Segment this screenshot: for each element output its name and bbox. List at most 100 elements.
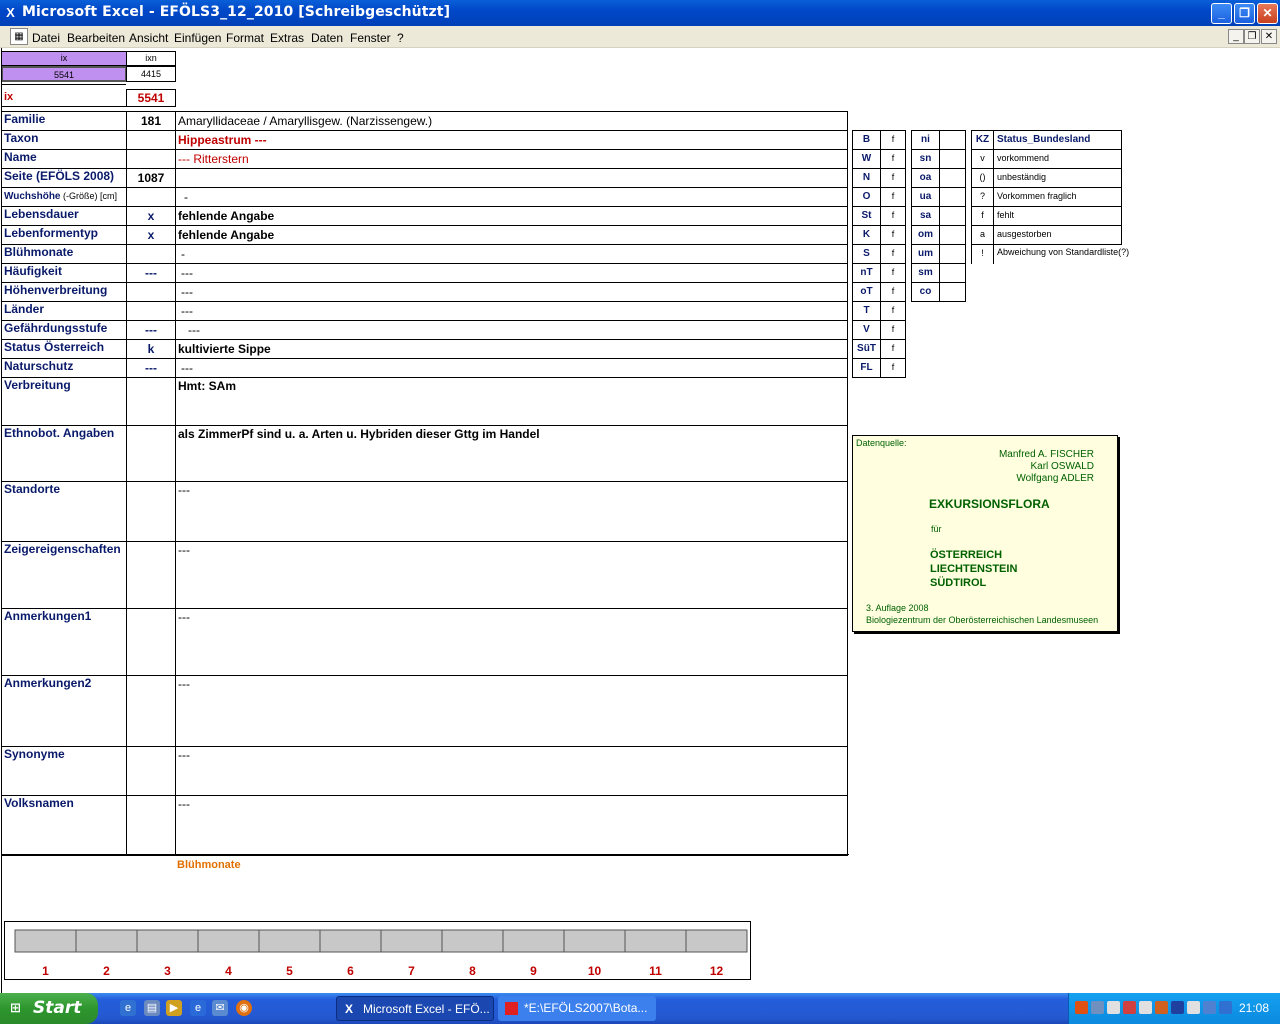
region-value[interactable] (939, 130, 966, 150)
state-value[interactable]: f (880, 301, 906, 321)
state-value[interactable]: f (880, 206, 906, 226)
row-code[interactable] (126, 282, 176, 302)
row-value[interactable]: fehlende Angabe (175, 225, 848, 245)
state-value[interactable]: f (880, 282, 906, 302)
row-value[interactable]: Hmt: SAm (175, 377, 848, 426)
quicklaunch-icon[interactable]: ✉ (212, 1000, 228, 1016)
row-code[interactable] (126, 244, 176, 264)
menu-item-5[interactable]: Extras (270, 31, 304, 45)
worksheet[interactable]: ix ixn 5541 4415 ix 5541 Familie 181 Amary… (0, 48, 1280, 993)
row-code[interactable]: 1087 (126, 168, 176, 188)
row-code[interactable] (126, 481, 176, 542)
row-value[interactable]: --- (175, 301, 848, 321)
region-value[interactable] (939, 206, 966, 226)
row-code[interactable] (126, 149, 176, 169)
firefox-icon[interactable]: ◉ (236, 1000, 252, 1016)
task-excel[interactable]: X Microsoft Excel - EFÖ... (336, 996, 494, 1021)
row-code[interactable] (126, 187, 176, 207)
row-value[interactable]: Amaryllidaceae / Amaryllisgew. (Narzisse… (175, 111, 848, 131)
mdi-minimize-button[interactable]: _ (1228, 29, 1244, 44)
region-value[interactable] (939, 282, 966, 302)
row-value[interactable] (175, 168, 848, 188)
ie-icon[interactable]: e (190, 1000, 206, 1016)
row-value[interactable]: --- (175, 746, 848, 796)
row-value[interactable]: --- (175, 608, 848, 676)
tray-info-icon[interactable] (1203, 1001, 1216, 1014)
clock[interactable]: 21:08 (1239, 1001, 1269, 1015)
row-code[interactable] (126, 608, 176, 676)
quicklaunch-icon[interactable]: ▤ (144, 1000, 160, 1016)
row-value[interactable]: --- (175, 263, 848, 283)
row-value[interactable]: --- (175, 320, 848, 340)
quicklaunch-icon[interactable]: ▶ (166, 1000, 182, 1016)
row-value[interactable]: --- Ritterstern (175, 149, 848, 169)
restore-button[interactable]: ❐ (1234, 3, 1255, 24)
tray-security-icon[interactable] (1123, 1001, 1136, 1014)
state-value[interactable]: f (880, 149, 906, 169)
row-value[interactable]: --- (175, 358, 848, 378)
region-value[interactable] (939, 225, 966, 245)
region-value[interactable] (939, 168, 966, 188)
close-button[interactable]: ✕ (1257, 3, 1278, 24)
tray-app-icon[interactable] (1219, 1001, 1232, 1014)
menu-item-4[interactable]: Format (226, 31, 264, 45)
tray-search-icon[interactable] (1139, 1001, 1152, 1014)
row-code[interactable]: x (126, 206, 176, 226)
row-value[interactable]: --- (175, 795, 848, 856)
row-value[interactable]: - (175, 187, 848, 207)
region-value[interactable] (939, 244, 966, 264)
state-value[interactable]: f (880, 225, 906, 245)
row-code[interactable]: --- (126, 358, 176, 378)
row-code[interactable]: --- (126, 263, 176, 283)
region-value[interactable] (939, 187, 966, 207)
row-value[interactable]: --- (175, 282, 848, 302)
state-value[interactable]: f (880, 358, 906, 378)
mdi-close-button[interactable]: ✕ (1261, 29, 1277, 44)
row-value[interactable]: Hippeastrum --- (175, 130, 848, 150)
state-value[interactable]: f (880, 130, 906, 150)
menu-item-0[interactable]: Datei (32, 31, 60, 45)
row-value[interactable]: --- (175, 481, 848, 542)
state-value[interactable]: f (880, 244, 906, 264)
ix-input[interactable]: 5541 (126, 89, 176, 107)
tray-shield-icon[interactable] (1171, 1001, 1184, 1014)
region-value[interactable] (939, 149, 966, 169)
quicklaunch-icon[interactable]: e (120, 1000, 136, 1016)
row-code[interactable] (126, 746, 176, 796)
row-code[interactable]: --- (126, 320, 176, 340)
row-code[interactable] (126, 377, 176, 426)
workbook-icon[interactable]: ▦ (10, 28, 28, 45)
menu-item-2[interactable]: Ansicht (129, 31, 168, 45)
menu-item-7[interactable]: Fenster (350, 31, 391, 45)
region-value[interactable] (939, 263, 966, 283)
tray-volume-icon[interactable] (1107, 1001, 1120, 1014)
menu-item-3[interactable]: Einfügen (174, 31, 221, 45)
minimize-button[interactable]: _ (1211, 3, 1232, 24)
state-value[interactable]: f (880, 263, 906, 283)
start-button[interactable]: ⊞ Start (0, 993, 98, 1024)
state-value[interactable]: f (880, 187, 906, 207)
state-value[interactable]: f (880, 320, 906, 340)
window-titlebar[interactable]: X Microsoft Excel - EFÖLS3_12_2010 [Schr… (0, 0, 1280, 26)
tray-tools-icon[interactable] (1155, 1001, 1168, 1014)
row-code[interactable] (126, 675, 176, 747)
row-value[interactable]: --- (175, 675, 848, 747)
menu-help[interactable]: ? (397, 31, 404, 45)
mdi-restore-button[interactable]: ❐ (1244, 29, 1260, 44)
row-code[interactable] (126, 425, 176, 482)
row-value[interactable]: - (175, 244, 848, 264)
row-code[interactable] (126, 301, 176, 321)
tray-app-icon[interactable] (1075, 1001, 1088, 1014)
tray-update-icon[interactable] (1187, 1001, 1200, 1014)
menu-item-1[interactable]: Bearbeiten (67, 31, 125, 45)
row-code[interactable] (126, 795, 176, 856)
row-code[interactable]: 181 (126, 111, 176, 131)
row-value[interactable]: kultivierte Sippe (175, 339, 848, 359)
ix-value-cell[interactable]: 5541 (1, 66, 127, 82)
row-code[interactable] (126, 541, 176, 609)
menu-item-6[interactable]: Daten (311, 31, 343, 45)
state-value[interactable]: f (880, 339, 906, 359)
row-value[interactable]: als ZimmerPf sind u. a. Arten u. Hybride… (175, 425, 848, 482)
row-code[interactable] (126, 130, 176, 150)
task-explorer[interactable]: *E:\EFÖLS2007\Bota... (498, 996, 656, 1021)
